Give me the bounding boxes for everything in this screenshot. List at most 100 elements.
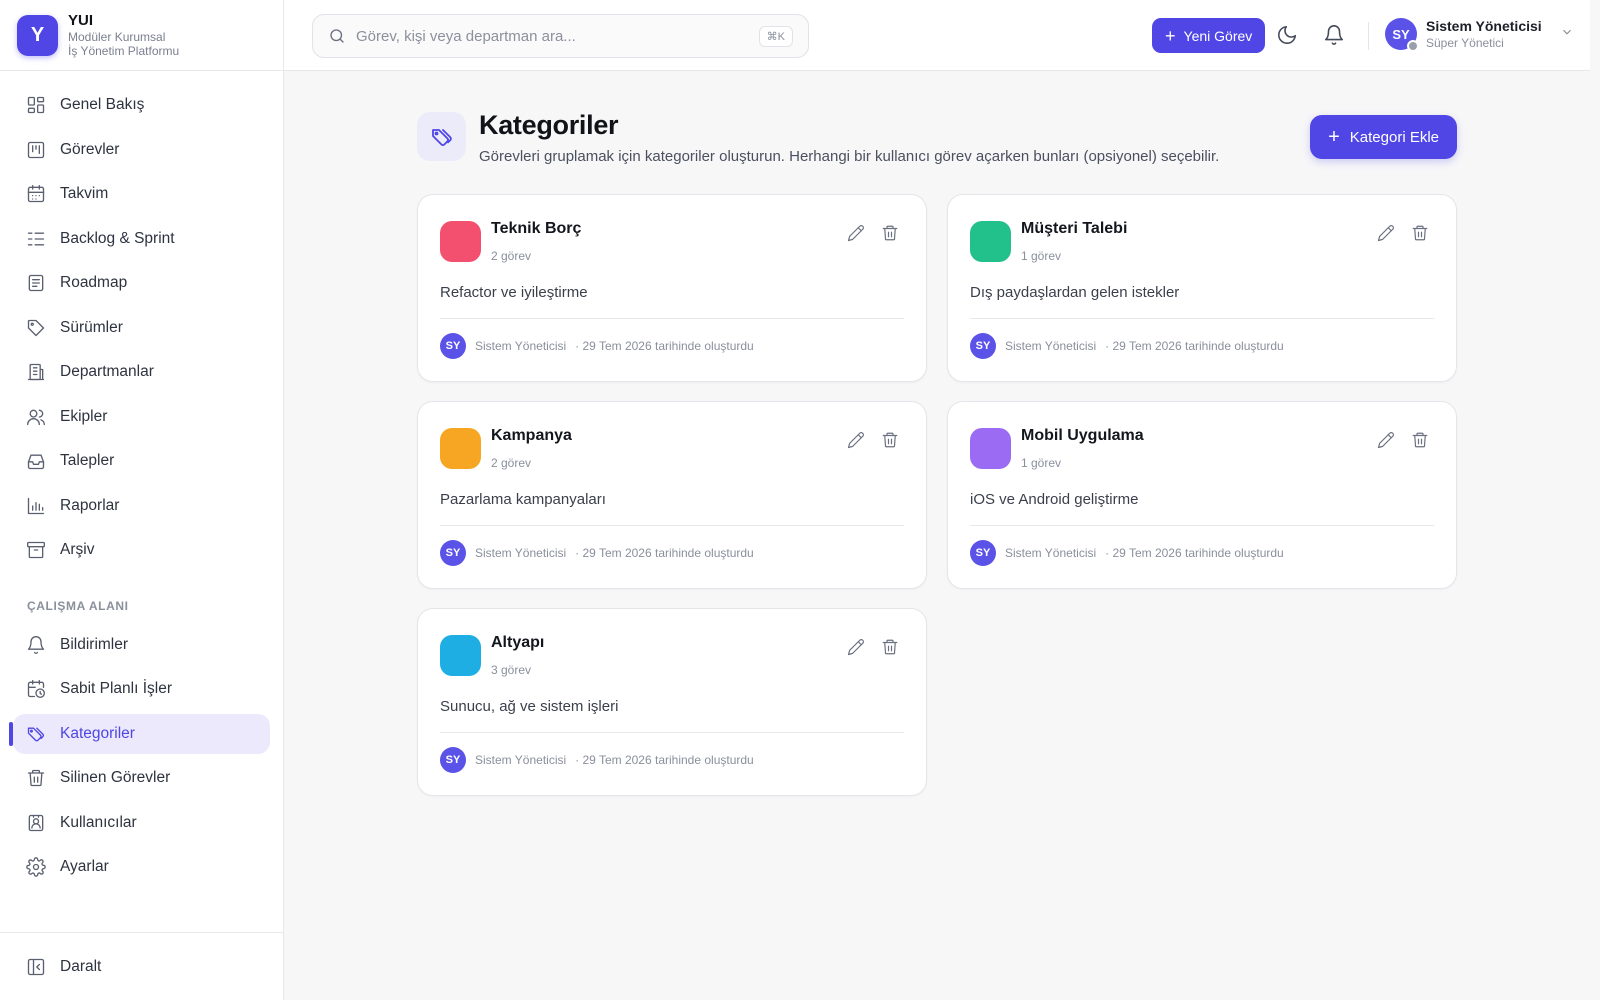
author-name: Sistem Yöneticisi	[475, 546, 567, 560]
card-footer: SY Sistem Yöneticisi · 29 Tem 2026 tarih…	[440, 540, 759, 566]
bell-icon	[26, 635, 46, 655]
category-name: Müşteri Talebi	[1021, 220, 1128, 237]
delete-trash-icon[interactable]	[880, 430, 900, 450]
delete-trash-icon[interactable]	[1410, 430, 1430, 450]
board-icon	[26, 140, 46, 160]
created-info: · 29 Tem 2026 tarihinde oluşturdu	[575, 339, 754, 353]
card-footer: SY Sistem Yöneticisi · 29 Tem 2026 tarih…	[440, 747, 759, 773]
collapse-sidebar-button[interactable]: Daralt	[13, 947, 270, 987]
user-role: Süper Yönetici	[1426, 35, 1504, 50]
edit-pencil-icon[interactable]	[846, 637, 866, 657]
new-task-button[interactable]: + Yeni Görev	[1152, 18, 1266, 53]
category-description: Sunucu, ağ ve sistem işleri	[440, 698, 619, 715]
category-card[interactable]: Kampanya 2 görev Pazarlama kampanyaları …	[417, 401, 927, 589]
category-grid: Teknik Borç 2 görev Refactor ve iyileşti…	[417, 194, 1457, 796]
sidebar-item-label: Silinen Görevler	[60, 769, 171, 786]
card-actions	[846, 637, 900, 657]
gear-icon	[26, 857, 46, 877]
sidebar-item-gorevler[interactable]: Görevler	[13, 130, 270, 170]
sidebar-item-label: Bildirimler	[60, 635, 129, 653]
delete-trash-icon[interactable]	[1410, 223, 1430, 243]
tags-icon	[417, 112, 466, 161]
page-description: Görevleri gruplamak için kategoriler olu…	[479, 148, 1220, 165]
sidebar-item-raporlar[interactable]: Raporlar	[13, 486, 270, 526]
status-dot	[1407, 40, 1419, 53]
bar-chart-icon	[26, 496, 46, 516]
theme-toggle-moon-icon[interactable]	[1274, 22, 1300, 48]
category-description: Refactor ve iyileştirme	[440, 284, 588, 301]
card-footer: SY Sistem Yöneticisi · 29 Tem 2026 tarih…	[970, 540, 1289, 566]
contact-icon	[26, 813, 46, 833]
brand-sub-1: Modüler Kurumsal	[68, 29, 166, 44]
sidebar-item-ekipler[interactable]: Ekipler	[13, 397, 270, 437]
sidebar-item-ayarlar[interactable]: Ayarlar	[13, 847, 270, 887]
sidebar-item-label: Kullanıcılar	[60, 813, 137, 831]
sidebar-item-bildirimler[interactable]: Bildirimler	[13, 625, 270, 665]
author-name: Sistem Yöneticisi	[475, 339, 567, 353]
brand-text: YUI Modüler Kurumsal İş Yönetim Platform…	[68, 12, 179, 59]
card-footer: SY Sistem Yöneticisi · 29 Tem 2026 tarih…	[970, 333, 1289, 359]
author-name: Sistem Yöneticisi	[1005, 339, 1097, 353]
category-card[interactable]: Müşteri Talebi 1 görev Dış paydaşlardan …	[947, 194, 1457, 382]
user-text: Sistem Yöneticisi Süper Yönetici	[1426, 18, 1542, 51]
category-description: Dış paydaşlardan gelen istekler	[970, 284, 1180, 301]
inbox-icon	[26, 451, 46, 471]
sidebar-item-takvim[interactable]: Takvim	[13, 174, 270, 214]
card-divider	[970, 318, 1434, 319]
category-card[interactable]: Teknik Borç 2 görev Refactor ve iyileşti…	[417, 194, 927, 382]
avatar-initials: SY	[1392, 26, 1410, 42]
sidebar-item-kullanicilar[interactable]: Kullanıcılar	[13, 803, 270, 843]
sidebar-item-talepler[interactable]: Talepler	[13, 441, 270, 481]
sidebar-item-genel-bakis[interactable]: Genel Bakış	[13, 85, 270, 125]
archive-icon	[26, 540, 46, 560]
sidebar-item-backlog-sprint[interactable]: Backlog & Sprint	[13, 219, 270, 259]
user-name: Sistem Yöneticisi	[1426, 18, 1542, 34]
category-color-swatch	[440, 428, 481, 469]
users-icon	[26, 407, 46, 427]
sidebar-item-label: Arşiv	[60, 541, 95, 558]
sidebar-item-arsiv[interactable]: Arşiv	[13, 530, 270, 570]
category-card[interactable]: Mobil Uygulama 1 görev iOS ve Android ge…	[947, 401, 1457, 589]
scrollbar-track[interactable]	[1590, 0, 1600, 1000]
main-nav: Genel Bakış Görevler Takvim Backlog & Sp…	[0, 71, 283, 887]
sidebar-item-label: Backlog & Sprint	[60, 229, 175, 247]
category-name: Kampanya	[491, 427, 572, 444]
list-tree-icon	[26, 229, 46, 249]
card-divider	[440, 525, 904, 526]
edit-pencil-icon[interactable]	[846, 430, 866, 450]
sidebar-item-departmanlar[interactable]: Departmanlar	[13, 352, 270, 392]
new-task-label: Yeni Görev	[1183, 27, 1253, 44]
building-icon	[26, 362, 46, 382]
sidebar-item-sabit-planli-isler[interactable]: Sabit Planlı İşler	[13, 669, 270, 709]
sidebar-item-roadmap[interactable]: Roadmap	[13, 263, 270, 303]
sidebar-item-label: Sabit Planlı İşler	[60, 680, 172, 697]
search-box[interactable]: ⌘K	[312, 14, 809, 58]
category-task-count: 1 görev	[1021, 456, 1062, 470]
sidebar-item-surumler[interactable]: Sürümler	[13, 308, 270, 348]
sidebar: Y YUI Modüler Kurumsal İş Yönetim Platfo…	[0, 0, 284, 1000]
category-card[interactable]: Altyapı 3 görev Sunucu, ağ ve sistem işl…	[417, 608, 927, 796]
edit-pencil-icon[interactable]	[846, 223, 866, 243]
delete-trash-icon[interactable]	[880, 223, 900, 243]
calendar-clock-icon	[26, 679, 46, 699]
brand[interactable]: Y YUI Modüler Kurumsal İş Yönetim Platfo…	[0, 0, 283, 71]
calendar-icon	[26, 184, 46, 204]
search-input[interactable]	[356, 27, 746, 45]
add-category-button[interactable]: + Kategori Ekle	[1310, 115, 1457, 159]
sidebar-item-label: Ekipler	[60, 407, 108, 425]
sidebar-item-label: Talepler	[60, 452, 115, 469]
plus-icon: +	[1165, 25, 1176, 46]
edit-pencil-icon[interactable]	[1376, 430, 1396, 450]
notifications-bell-icon[interactable]	[1321, 22, 1347, 48]
sidebar-item-kategoriler[interactable]: Kategoriler	[9, 713, 270, 754]
search-icon	[330, 29, 344, 43]
avatar: SY	[970, 540, 996, 566]
card-actions	[846, 430, 900, 450]
sidebar-item-silinen-gorevler[interactable]: Silinen Görevler	[13, 758, 270, 798]
page-header: Kategoriler Görevleri gruplamak için kat…	[417, 110, 1457, 170]
topbar-divider	[1368, 22, 1369, 50]
delete-trash-icon[interactable]	[880, 637, 900, 657]
add-category-label: Kategori Ekle	[1349, 128, 1439, 146]
edit-pencil-icon[interactable]	[1376, 223, 1396, 243]
user-menu[interactable]: SY Sistem Yöneticisi Süper Yönetici	[1385, 18, 1574, 53]
